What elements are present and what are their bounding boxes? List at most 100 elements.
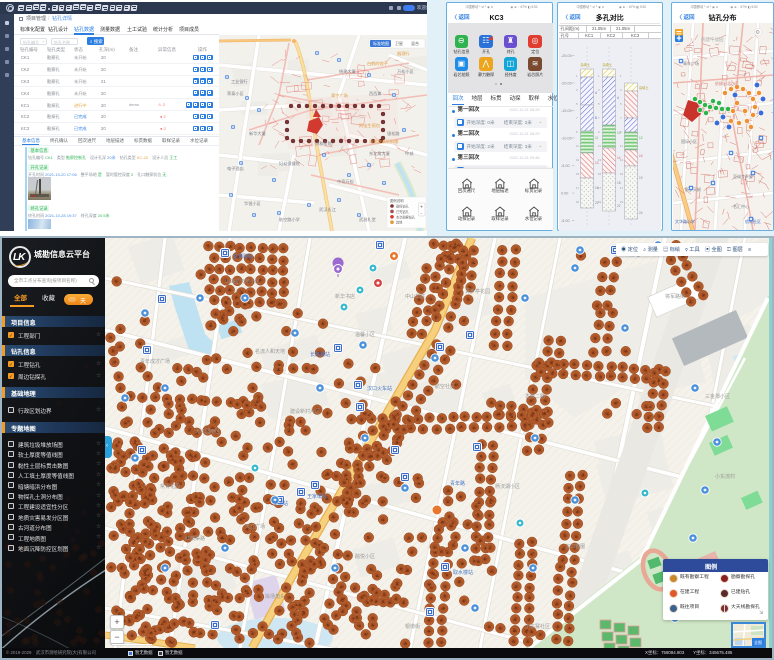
svg-text:温馨小区: 温馨小区 xyxy=(355,331,375,338)
svg-text:大江园南区: 大江园南区 xyxy=(195,428,220,435)
svg-text:15: 15 xyxy=(598,172,602,176)
svg-text:11: 11 xyxy=(620,144,623,148)
svg-text:杂填土: 杂填土 xyxy=(602,62,612,67)
svg-text:武昌礼堂: 武昌礼堂 xyxy=(359,216,376,223)
svg-text:-5.00: -5.00 xyxy=(561,219,570,223)
svg-text:长港路站: 长港路站 xyxy=(310,351,330,358)
svg-text:19: 19 xyxy=(576,200,580,204)
svg-text:建设新村片区: 建设新村片区 xyxy=(290,408,320,415)
svg-text:13: 13 xyxy=(620,158,624,162)
svg-text:至诚步天厦: 至诚步天厦 xyxy=(733,173,753,179)
svg-text:百步亭花园: 百步亭花园 xyxy=(465,288,490,295)
svg-text:操场角头: 操场角头 xyxy=(265,593,285,600)
svg-text:11: 11 xyxy=(595,136,599,140)
svg-text:常青花园: 常青花园 xyxy=(160,483,180,490)
svg-text:发展二路: 发展二路 xyxy=(525,393,545,400)
svg-text:15: 15 xyxy=(620,172,624,176)
svg-text:19: 19 xyxy=(598,200,602,204)
svg-text:17: 17 xyxy=(598,186,602,190)
svg-text:中奇万松: 中奇万松 xyxy=(337,178,354,185)
svg-text:22: 22 xyxy=(617,204,621,208)
svg-text:11: 11 xyxy=(598,144,601,148)
svg-text:西西弗: 西西弗 xyxy=(369,90,382,97)
svg-text:19: 19 xyxy=(620,200,624,204)
svg-text:统建千福园: 统建千福园 xyxy=(701,36,724,43)
svg-text:青年路: 青年路 xyxy=(450,480,465,487)
svg-text:杂填土: 杂填土 xyxy=(639,85,649,90)
svg-text:统建大厦: 统建大厦 xyxy=(339,68,356,75)
svg-text:航空路小学: 航空路小学 xyxy=(279,216,300,223)
svg-text:白鹤的饺子: 白鹤的饺子 xyxy=(367,60,388,67)
svg-text:已完钻孔: 已完钻孔 xyxy=(396,209,410,214)
svg-text:天立广场: 天立广场 xyxy=(245,523,265,530)
svg-text:华银小区: 华银小区 xyxy=(244,200,261,207)
svg-text:新华书店: 新华书店 xyxy=(335,293,355,300)
svg-text:-15.00: -15.00 xyxy=(561,109,572,113)
svg-text:杨汊湖小区: 杨汊湖小区 xyxy=(495,483,520,490)
svg-text:小车寨社区: 小车寨社区 xyxy=(525,623,550,630)
svg-text:⚙: ⚙ xyxy=(755,29,760,36)
svg-text:将军路街: 将军路街 xyxy=(665,293,685,300)
svg-text:山海星天地小区: 山海星天地小区 xyxy=(225,278,260,285)
svg-text:国际小区: 国际小区 xyxy=(681,138,697,144)
svg-text:依柳园北小区: 依柳园北小区 xyxy=(715,80,739,86)
svg-text:酩悦小区: 酩悦小区 xyxy=(355,553,375,560)
svg-text:协和医院: 协和医院 xyxy=(315,140,333,147)
svg-text:17: 17 xyxy=(576,186,580,190)
svg-text:汉口火车站: 汉口火车站 xyxy=(367,385,392,392)
svg-text:烟酒行: 烟酒行 xyxy=(397,50,410,57)
svg-text:东北角大厦: 东北角大厦 xyxy=(369,150,390,157)
svg-text:王家墩东: 王家墩东 xyxy=(307,493,327,500)
svg-text:中山华庭: 中山华庭 xyxy=(405,293,425,300)
svg-text:17: 17 xyxy=(620,186,624,190)
svg-text:15: 15 xyxy=(576,172,580,176)
svg-text:其他: 其他 xyxy=(396,220,403,225)
svg-text:勘探钻孔: 勘探钻孔 xyxy=(396,204,410,209)
svg-text:-10.00: -10.00 xyxy=(561,136,572,140)
svg-text:武汉长江: 武汉长江 xyxy=(319,206,336,213)
svg-text:12: 12 xyxy=(639,136,643,140)
svg-text:范湖站: 范湖站 xyxy=(273,500,288,507)
svg-text:本次勘察钻孔: 本次勘察钻孔 xyxy=(396,214,416,219)
svg-text:4: 4 xyxy=(617,96,619,100)
svg-text:银墩街: 银墩街 xyxy=(405,623,420,630)
svg-text:妇幼保健院: 妇幼保健院 xyxy=(279,160,301,167)
svg-text:红旗渠路: 红旗渠路 xyxy=(185,535,205,542)
svg-text:中城: 中城 xyxy=(405,150,414,157)
svg-text:19: 19 xyxy=(639,176,643,180)
svg-text:13: 13 xyxy=(576,158,580,162)
svg-text:0.00: 0.00 xyxy=(561,191,568,195)
svg-text:名汇中心: 名汇中心 xyxy=(733,203,749,209)
svg-text:小东流村: 小东流村 xyxy=(715,473,735,480)
svg-text:卫星: 卫星 xyxy=(395,40,403,46)
svg-text:荣泰小区: 荣泰小区 xyxy=(227,90,244,97)
svg-text:文华路小学: 文华路小学 xyxy=(675,218,695,224)
svg-text:锦和路欢乐料理: 锦和路欢乐料理 xyxy=(369,138,399,145)
svg-text:名流人和天地: 名流人和天地 xyxy=(255,348,285,355)
svg-text:三金潭小区: 三金潭小区 xyxy=(705,393,730,400)
svg-text:11: 11 xyxy=(576,144,579,148)
svg-text:24: 24 xyxy=(639,211,643,215)
svg-text:取水楼站: 取水楼站 xyxy=(453,569,473,576)
svg-text:航空社区: 航空社区 xyxy=(435,383,455,390)
svg-text:汉口碧園: 汉口碧園 xyxy=(565,543,585,550)
svg-text:银松路: 银松路 xyxy=(387,130,400,137)
svg-text:8: 8 xyxy=(595,116,597,120)
svg-text:-25.00: -25.00 xyxy=(561,54,572,58)
svg-text:青年广场: 青年广场 xyxy=(683,60,699,66)
svg-text:金潭路站: 金潭路站 xyxy=(233,253,253,260)
svg-text:4: 4 xyxy=(595,91,597,95)
svg-text:杂填土: 杂填土 xyxy=(580,62,590,67)
svg-text:电子酒店: 电子酒店 xyxy=(227,165,244,172)
svg-text:青年成才广场: 青年成才广场 xyxy=(140,358,170,365)
svg-text:新华大厦: 新华大厦 xyxy=(249,130,266,137)
svg-text:青宁广场: 青宁广场 xyxy=(331,92,348,99)
svg-text:万松小区: 万松小区 xyxy=(397,68,414,75)
svg-text:-20.00: -20.00 xyxy=(561,81,572,85)
svg-text:工业银行: 工业银行 xyxy=(231,78,248,85)
svg-text:阿宝生煎包: 阿宝生煎包 xyxy=(359,122,381,129)
svg-text:标准地图: 标准地图 xyxy=(373,40,389,46)
svg-text:图例说明: 图例说明 xyxy=(390,198,404,203)
svg-text:13: 13 xyxy=(598,158,602,162)
svg-text:-5.00: -5.00 xyxy=(561,164,570,168)
